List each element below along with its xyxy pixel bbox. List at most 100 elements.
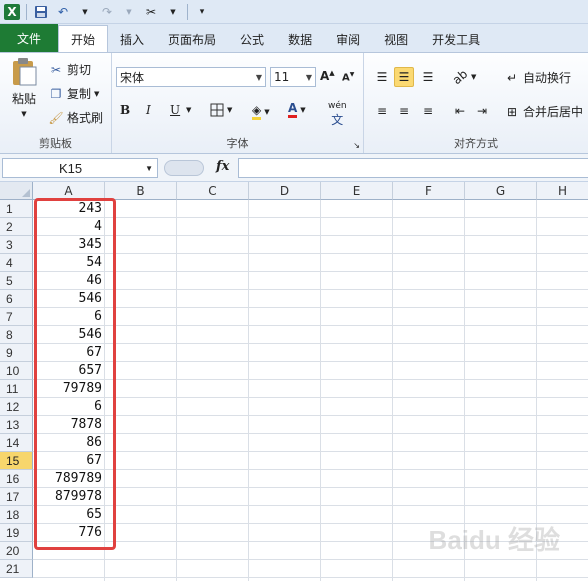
tab-view[interactable]: 视图 — [372, 26, 420, 52]
orientation-button[interactable]: ab ▼ — [450, 67, 477, 87]
increase-indent-button[interactable]: ⇥ — [474, 103, 490, 119]
align-middle-button[interactable]: ☰ — [394, 67, 414, 87]
cell-A18[interactable]: 65 — [33, 506, 105, 524]
align-top-button[interactable]: ☰ — [374, 69, 390, 85]
fill-color-button[interactable]: ◈ ▼ — [252, 103, 270, 120]
cell-A16[interactable]: 789789 — [33, 470, 105, 488]
cell-A17[interactable]: 879978 — [33, 488, 105, 506]
undo-dropdown-icon[interactable]: ▼ — [77, 4, 93, 20]
underline-dropdown-icon[interactable]: ▼ — [186, 106, 191, 114]
row-header-2[interactable]: 2 — [0, 218, 33, 236]
grid-line — [320, 200, 321, 581]
decrease-font-button[interactable]: A▼ — [342, 71, 354, 83]
select-all-corner[interactable] — [0, 182, 33, 200]
merge-center-button[interactable]: ⊞ 合并后居中 — [504, 103, 583, 120]
column-header-F[interactable]: F — [393, 182, 465, 200]
increase-font-button[interactable]: A▲ — [320, 69, 335, 83]
tools-dropdown-icon[interactable]: ▼ — [165, 4, 181, 20]
cell-A6[interactable]: 546 — [33, 290, 105, 308]
cell-A4[interactable]: 54 — [33, 254, 105, 272]
increase-font-icon: A▲ — [320, 69, 335, 83]
cell-A2[interactable]: 4 — [33, 218, 105, 236]
row-header-15[interactable]: 15 — [0, 452, 33, 470]
formula-input[interactable] — [238, 158, 588, 178]
row-header-5[interactable]: 5 — [0, 272, 33, 290]
borders-button[interactable]: ▼ — [210, 103, 232, 117]
font-size-select[interactable]: 11 ▼ — [270, 67, 316, 87]
worksheet-grid[interactable]: ABCDEFGH 1 2 3 4 5 6 7 8 9 10 11 12 13 14 15 16 17 18 19 20… — [0, 182, 588, 581]
format-painter-button[interactable]: 🖌 格式刷 — [48, 109, 103, 126]
font-name-select[interactable]: 宋体 ▼ — [116, 67, 266, 87]
column-header-C[interactable]: C — [177, 182, 249, 200]
cell-A12[interactable]: 6 — [33, 398, 105, 416]
row-header-3[interactable]: 3 — [0, 236, 33, 254]
redo-icon[interactable]: ↷ — [99, 4, 115, 20]
row-header-16[interactable]: 16 — [0, 470, 33, 488]
font-dialog-launcher-icon[interactable]: ↘ — [353, 141, 360, 150]
row-header-7[interactable]: 7 — [0, 308, 33, 326]
cell-A19[interactable]: 776 — [33, 524, 105, 542]
cell-A9[interactable]: 67 — [33, 344, 105, 362]
redo-dropdown-icon[interactable]: ▼ — [121, 4, 137, 20]
column-header-H[interactable]: H — [537, 182, 588, 200]
undo-icon[interactable]: ↶ — [55, 4, 71, 20]
font-color-button[interactable]: A ▼ — [288, 101, 306, 118]
row-header-20[interactable]: 20 — [0, 542, 33, 560]
column-header-E[interactable]: E — [321, 182, 393, 200]
tab-insert[interactable]: 插入 — [108, 26, 156, 52]
phonetic-button[interactable]: wén 文 — [328, 101, 347, 128]
row-header-14[interactable]: 14 — [0, 434, 33, 452]
cut-button[interactable]: ✂ 剪切 — [48, 61, 91, 78]
cell-A1[interactable]: 243 — [33, 200, 105, 218]
cell-A14[interactable]: 86 — [33, 434, 105, 452]
align-right-button[interactable]: ≡ — [420, 103, 436, 119]
row-header-19[interactable]: 19 — [0, 524, 33, 542]
cell-A5[interactable]: 46 — [33, 272, 105, 290]
row-header-9[interactable]: 9 — [0, 344, 33, 362]
cell-A15[interactable]: 67 — [33, 452, 105, 470]
row-header-11[interactable]: 11 — [0, 380, 33, 398]
tab-data[interactable]: 数据 — [276, 26, 324, 52]
cell-A13[interactable]: 7878 — [33, 416, 105, 434]
italic-button[interactable]: I — [146, 103, 151, 117]
insert-function-icon[interactable]: fx — [216, 159, 229, 174]
row-header-13[interactable]: 13 — [0, 416, 33, 434]
bold-button[interactable]: B — [120, 103, 130, 117]
cell-A11[interactable]: 79789 — [33, 380, 105, 398]
row-header-12[interactable]: 12 — [0, 398, 33, 416]
row-header-17[interactable]: 17 — [0, 488, 33, 506]
row-header-8[interactable]: 8 — [0, 326, 33, 344]
row-header-21[interactable]: 21 — [0, 560, 33, 578]
paste-button[interactable]: 粘贴 ▼ — [6, 57, 42, 118]
tab-review[interactable]: 审阅 — [324, 26, 372, 52]
tab-home[interactable]: 开始 — [58, 25, 109, 52]
align-center-button[interactable]: ≡ — [396, 103, 412, 119]
column-header-D[interactable]: D — [249, 182, 321, 200]
underline-button[interactable]: U — [170, 103, 180, 117]
customize-toolbar-icon[interactable]: ▾ — [194, 4, 210, 20]
tools-icon[interactable]: ✂ — [143, 4, 159, 20]
tab-page-layout[interactable]: 页面布局 — [156, 26, 228, 52]
row-header-6[interactable]: 6 — [0, 290, 33, 308]
row-header-10[interactable]: 10 — [0, 362, 33, 380]
row-header-4[interactable]: 4 — [0, 254, 33, 272]
copy-button[interactable]: ❐ 复制 ▼ — [48, 85, 100, 102]
cell-A7[interactable]: 6 — [33, 308, 105, 326]
column-header-B[interactable]: B — [105, 182, 177, 200]
wrap-text-button[interactable]: ↵ 自动换行 — [504, 69, 571, 86]
align-bottom-button[interactable]: ☰ — [420, 69, 436, 85]
tab-file[interactable]: 文件 — [0, 24, 58, 52]
save-icon[interactable] — [33, 4, 49, 20]
name-box[interactable]: K15 ▼ — [2, 158, 158, 178]
row-header-18[interactable]: 18 — [0, 506, 33, 524]
cell-A3[interactable]: 345 — [33, 236, 105, 254]
row-header-1[interactable]: 1 — [0, 200, 33, 218]
cell-A8[interactable]: 546 — [33, 326, 105, 344]
decrease-indent-button[interactable]: ⇤ — [452, 103, 468, 119]
align-left-button[interactable]: ≡ — [374, 103, 390, 119]
column-header-A[interactable]: A — [33, 182, 105, 200]
tab-formulas[interactable]: 公式 — [228, 26, 276, 52]
tab-developer[interactable]: 开发工具 — [420, 26, 492, 52]
column-header-G[interactable]: G — [465, 182, 537, 200]
cell-A10[interactable]: 657 — [33, 362, 105, 380]
